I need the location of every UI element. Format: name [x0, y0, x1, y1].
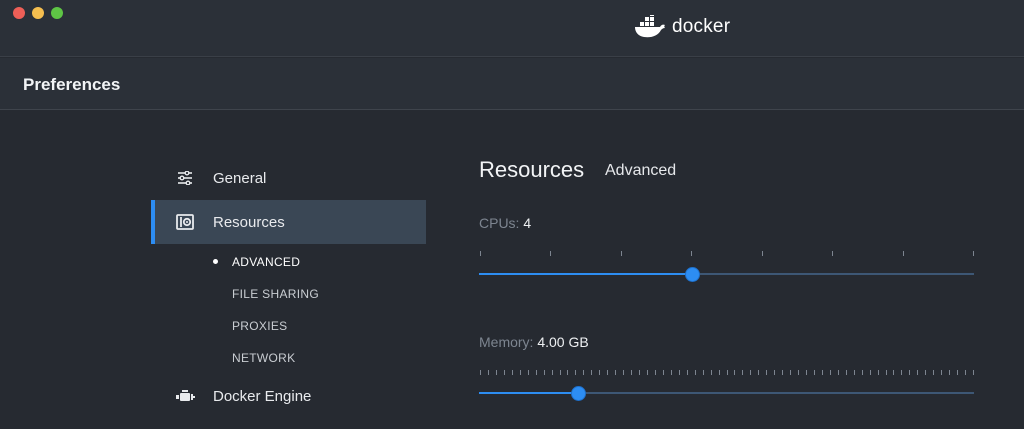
sidebar-item-docker-engine[interactable]: Docker Engine	[151, 374, 426, 418]
cpus-label-text: CPUs:	[479, 215, 520, 231]
engine-icon	[175, 386, 195, 406]
docker-whale-icon	[635, 15, 665, 38]
page-title: Preferences	[23, 75, 121, 94]
memory-slider-thumb[interactable]	[572, 387, 585, 400]
subitem-advanced[interactable]: ADVANCED	[232, 255, 300, 269]
subitem-file-sharing[interactable]: FILE SHARING	[232, 287, 319, 301]
title-bar: docker	[0, 0, 1024, 57]
close-window-button[interactable]	[13, 7, 25, 19]
cpus-value: 4	[523, 215, 532, 231]
sidebar-item-general[interactable]: General	[151, 156, 426, 200]
zoom-window-button[interactable]	[51, 7, 63, 19]
sidebar-item-resources[interactable]: Resources	[151, 200, 426, 244]
cpus-label: CPUs: 4	[479, 215, 531, 231]
cpus-slider-fill	[479, 273, 692, 275]
memory-slider-ticks	[480, 370, 974, 375]
cpus-slider-thumb[interactable]	[686, 268, 699, 281]
current-subitem-dot	[213, 259, 218, 264]
section-subheading: Advanced	[605, 162, 677, 179]
preferences-header: Preferences	[0, 58, 1024, 110]
memory-value: 4.00 GB	[537, 334, 589, 350]
memory-label: Memory: 4.00 GB	[479, 334, 589, 350]
sidebar-item-label: Resources	[213, 213, 285, 231]
cpus-slider-ticks	[480, 251, 974, 256]
sidebar-item-label: General	[213, 169, 267, 187]
preferences-window: docker Preferences General Resources ADV…	[0, 0, 1024, 429]
section-heading: Resources	[479, 157, 585, 182]
brand-name: docker	[672, 16, 731, 37]
memory-label-text: Memory:	[479, 334, 534, 350]
subitem-network[interactable]: NETWORK	[232, 351, 295, 365]
docker-logo: docker	[634, 14, 730, 40]
resources-icon	[175, 212, 195, 232]
minimize-window-button[interactable]	[32, 7, 44, 19]
cpus-slider[interactable]	[479, 250, 974, 281]
subitem-proxies[interactable]: PROXIES	[232, 319, 287, 333]
memory-slider-fill	[479, 392, 578, 394]
sidebar-item-label: Docker Engine	[213, 387, 312, 405]
memory-slider[interactable]	[479, 369, 974, 400]
sliders-icon	[175, 168, 195, 188]
